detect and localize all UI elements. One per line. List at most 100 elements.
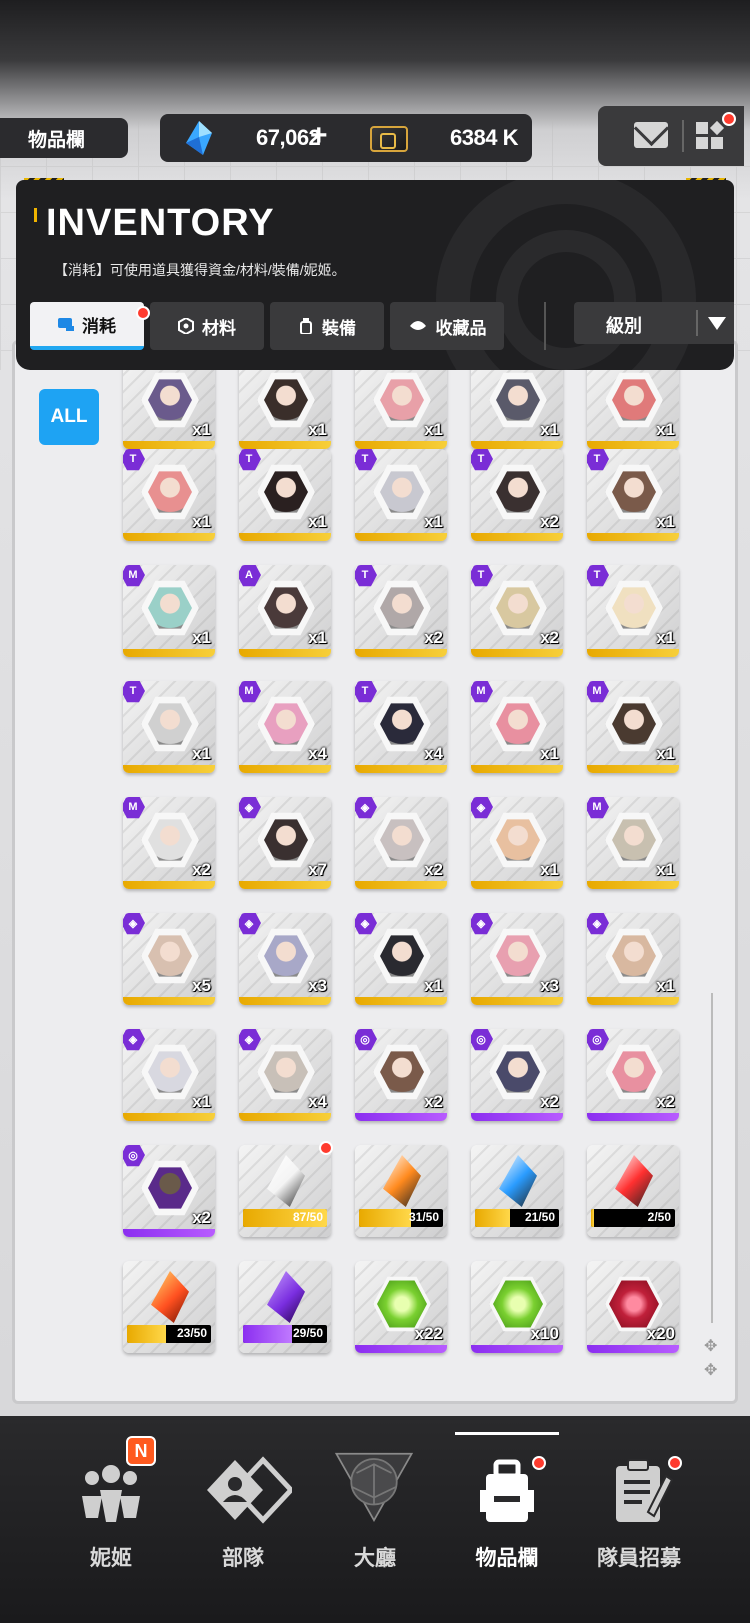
tier-badge-icon: T [355,681,377,703]
nav-lobby[interactable]: 大廳 [310,1436,440,1586]
item-tile[interactable]: ◈ x7 [239,797,331,889]
tab-collectibles[interactable]: 收藏品 [390,302,504,350]
rarity-bar [471,649,563,657]
item-tile[interactable]: x1 [355,357,447,449]
rarity-bar [123,441,215,449]
nav-squad[interactable]: 部隊 [178,1436,308,1586]
item-tile[interactable]: 29/50 [239,1261,331,1353]
item-tile[interactable]: 21/50 [471,1145,563,1237]
item-notification-dot [319,1141,333,1155]
rarity-bar [239,997,331,1005]
item-tile[interactable]: x1 [123,357,215,449]
inventory-list[interactable]: ALL x1 x1 x1 x1 x1 Tx1 Tx1 Tx1 Tx2 Tx1 Mx1 Ax1 Tx2 Tx… [12,340,738,1404]
mail-icon[interactable] [634,122,668,148]
item-quantity: x2 [192,1208,211,1227]
filter-all-button[interactable]: ALL [39,389,99,445]
app-root: 物品欄 67,062 + 6384 K ALL x1 x1 x1 x1 x1 Tx1 Tx1… [0,0,750,1623]
menu-grid-icon[interactable] [696,120,725,150]
tier-badge-icon: T [123,681,145,703]
item-tile[interactable]: 87/50 [239,1145,331,1237]
tier-badge-icon: M [471,681,493,703]
item-tile[interactable]: Mx1 [123,565,215,657]
item-tile[interactable]: Tx2 [355,565,447,657]
item-tile[interactable]: ◈ x1 [471,797,563,889]
item-tile[interactable]: 23/50 [123,1261,215,1353]
item-tile[interactable]: ◈ x2 [355,797,447,889]
nav-nikke[interactable]: N 妮姬 [46,1436,176,1586]
rarity-bar [471,997,563,1005]
item-tile[interactable]: ◈ x3 [239,913,331,1005]
tab-equipment[interactable]: 裝備 [270,302,384,350]
item-tile[interactable]: x1 [471,357,563,449]
item-tile[interactable]: Ax1 [239,565,331,657]
item-tile[interactable]: Mx2 [123,797,215,889]
item-tile[interactable]: Mx1 [587,681,679,773]
item-quantity: x3 [540,976,559,995]
tier-badge-icon: T [471,565,493,587]
item-quantity: x1 [308,512,327,531]
currency-bar: 67,062 + 6384 K [160,114,532,162]
tab-materials[interactable]: 材料 [150,302,264,350]
item-tile[interactable]: Tx1 [239,449,331,541]
gem-icon [186,121,212,155]
tier-badge-icon: M [587,681,609,703]
category-tabs: 消耗 材料 裝備 收藏品 級別 [30,302,734,350]
item-tile[interactable]: Mx4 [239,681,331,773]
tier-badge-icon: ◈ [471,797,493,819]
item-tile[interactable]: Mx1 [471,681,563,773]
item-tile[interactable]: Tx1 [355,449,447,541]
item-tile[interactable]: ◈ x4 [239,1029,331,1121]
item-quantity: x1 [424,420,443,439]
item-tile[interactable]: ◈ x1 [355,913,447,1005]
rarity-bar [123,765,215,773]
item-quantity: x2 [192,860,211,879]
scroll-down-icon[interactable]: ✥ [704,1363,720,1379]
credit-value: 6384 K [450,125,518,150]
rarity-bar [471,881,563,889]
progress-fill [359,1209,412,1227]
item-tile[interactable]: Mx1 [587,797,679,889]
item-quantity: x1 [192,512,211,531]
item-quantity: x2 [424,860,443,879]
progress-text: 2/50 [647,1210,671,1224]
item-tile[interactable]: ◈ x1 [587,913,679,1005]
add-gems-button[interactable]: + [310,119,328,153]
item-quantity: x3 [308,976,327,995]
item-tile[interactable]: Tx1 [587,449,679,541]
item-tile[interactable]: x10 [471,1261,563,1353]
item-tile[interactable]: ◈ x1 [123,1029,215,1121]
item-tile[interactable]: 2/50 [587,1145,679,1237]
nav-recruit[interactable]: 隊員招募 [574,1436,704,1586]
item-tile[interactable]: ◎ x2 [471,1029,563,1121]
tier-badge-icon: ◎ [471,1029,493,1051]
item-quantity: x2 [424,1092,443,1111]
item-tile[interactable]: ◎ x2 [587,1029,679,1121]
item-tile[interactable]: Tx2 [471,565,563,657]
nav-notification-dot [668,1456,682,1470]
item-tile[interactable]: x1 [239,357,331,449]
item-tile[interactable]: Tx4 [355,681,447,773]
rarity-bar [355,881,447,889]
tier-badge-icon: ◈ [123,1029,145,1051]
item-tile[interactable]: x20 [587,1261,679,1353]
item-tile[interactable]: 31/50 [355,1145,447,1237]
item-tile[interactable]: Tx1 [587,565,679,657]
item-tile[interactable]: x22 [355,1261,447,1353]
scrollbar[interactable] [711,993,713,1323]
item-tile[interactable]: ◎ x2 [355,1029,447,1121]
scroll-up-icon[interactable]: ✥ [704,1339,720,1355]
item-tile[interactable]: ◈ x3 [471,913,563,1005]
item-quantity: x1 [656,628,675,647]
item-tile[interactable]: Tx2 [471,449,563,541]
sort-dropdown[interactable]: 級別 [574,302,734,344]
progress-fill [243,1325,292,1343]
nav-inventory[interactable]: 物品欄 [442,1436,572,1586]
item-tile[interactable]: x1 [587,357,679,449]
item-tile[interactable]: ◈ x5 [123,913,215,1005]
tier-badge-icon: T [587,565,609,587]
divider [682,120,684,152]
item-tile[interactable]: ◎ x2 [123,1145,215,1237]
item-tile[interactable]: Tx1 [123,449,215,541]
item-tile[interactable]: Tx1 [123,681,215,773]
tab-consumables[interactable]: 消耗 [30,302,144,350]
